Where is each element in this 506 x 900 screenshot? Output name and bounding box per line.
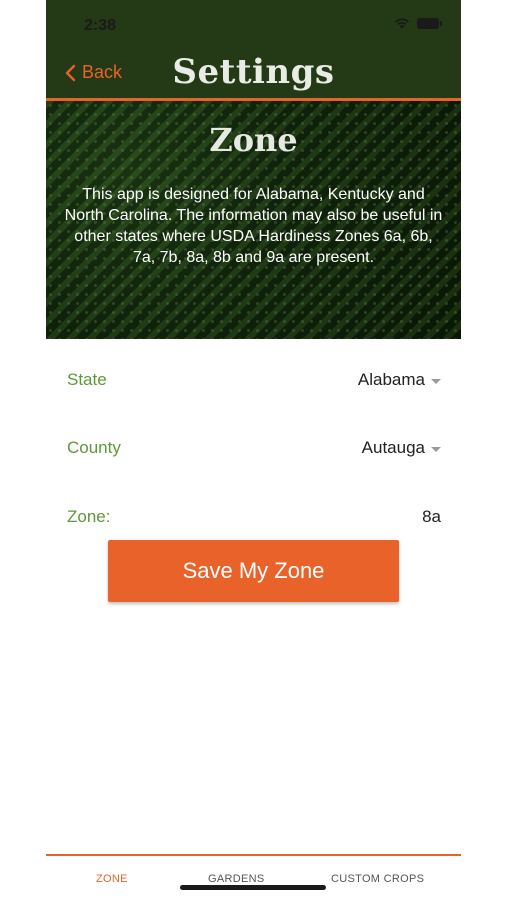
state-value: Alabama — [357, 370, 425, 389]
status-icons — [394, 17, 442, 29]
phone-screen: 2:38 Back Settings Zone This app is desi… — [46, 0, 461, 900]
status-time: 2:38 — [84, 17, 117, 34]
home-indicator[interactable] — [180, 885, 326, 890]
zone-row: Zone: 8a — [46, 497, 461, 537]
hero-title: Zone — [209, 121, 298, 159]
hero-banner: Zone This app is designed for Alabama, K… — [46, 101, 461, 339]
county-row[interactable]: County Autauga — [46, 428, 461, 468]
tab-gardens[interactable]: GARDENS — [208, 873, 265, 885]
zone-value: 8a — [422, 507, 441, 526]
dropdown-caret-icon — [431, 378, 441, 384]
zone-label: Zone: — [67, 507, 111, 526]
page-title: Settings — [172, 52, 335, 92]
wifi-icon — [395, 18, 409, 29]
tab-custom-crops[interactable]: CUSTOM CROPS — [331, 873, 424, 885]
county-label: County — [67, 438, 121, 457]
top-bar: 2:38 Back Settings — [46, 0, 461, 98]
state-row[interactable]: State Alabama — [46, 360, 461, 400]
county-value: Autauga — [361, 438, 425, 457]
hero-description: This app is designed for Alabama, Kentuc… — [64, 186, 443, 266]
dropdown-caret-icon — [431, 446, 441, 452]
battery-icon — [417, 17, 442, 29]
save-my-zone-button[interactable]: Save My Zone — [108, 540, 399, 602]
state-select[interactable]: Alabama — [358, 370, 441, 390]
tab-zone[interactable]: ZONE — [96, 873, 128, 885]
tab-bar-divider — [46, 854, 461, 856]
county-select[interactable]: Autauga — [362, 438, 441, 458]
state-label: State — [67, 370, 107, 389]
